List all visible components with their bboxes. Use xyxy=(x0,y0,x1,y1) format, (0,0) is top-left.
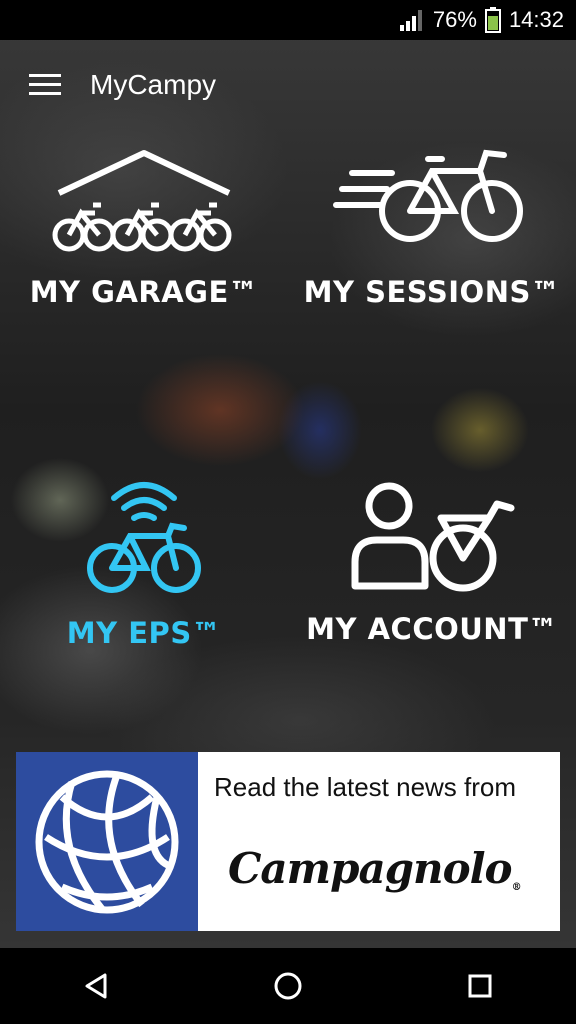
tile-label-my-garage: MY GARAGE™ xyxy=(29,275,259,309)
recents-icon xyxy=(468,974,492,998)
tile-label-my-eps: MY EPS™ xyxy=(66,616,222,650)
home-button[interactable] xyxy=(248,948,328,1024)
banner-content: Read the latest news from Campagnolo® xyxy=(198,752,560,931)
tile-my-sessions[interactable]: MY SESSIONS™ xyxy=(288,145,576,309)
tile-my-garage[interactable]: MY GARAGE™ xyxy=(0,145,288,309)
menu-button[interactable] xyxy=(0,40,90,130)
back-icon xyxy=(85,973,107,999)
recents-button[interactable] xyxy=(440,948,520,1024)
battery-icon xyxy=(484,7,501,33)
back-button[interactable] xyxy=(56,948,136,1024)
tile-my-eps[interactable]: MY EPS™ xyxy=(0,476,288,650)
banner-logo xyxy=(16,752,198,931)
tile-label-my-account: MY ACCOUNT™ xyxy=(306,612,558,646)
app-bar: MyCampy xyxy=(0,40,576,130)
brand-name: Campagnolo xyxy=(228,844,513,893)
wireless-bike-icon xyxy=(87,482,201,593)
brand-registered-mark: ® xyxy=(511,882,522,893)
user-bike-icon xyxy=(351,482,515,592)
globe-icon xyxy=(35,770,179,913)
news-banner[interactable]: Read the latest news from Campagnolo® xyxy=(16,752,560,931)
tile-my-account[interactable]: MY ACCOUNT™ xyxy=(288,478,576,646)
signal-icon xyxy=(399,10,422,31)
hamburger-menu-icon xyxy=(29,74,61,95)
brand-logo: Campagnolo® xyxy=(228,844,522,893)
clock: 14:32 xyxy=(508,7,564,32)
speeding-bike-icon xyxy=(333,149,523,242)
tile-label-my-sessions: MY SESSIONS™ xyxy=(303,275,561,309)
navigation-bar xyxy=(0,948,576,1024)
banner-text: Read the latest news from xyxy=(214,772,517,802)
home-icon xyxy=(274,972,302,1000)
status-bar: 76% 14:32 xyxy=(0,0,576,40)
garage-bikes-icon xyxy=(52,150,232,252)
battery-percent: 76% xyxy=(432,7,477,32)
app-title: MyCampy xyxy=(90,69,217,100)
